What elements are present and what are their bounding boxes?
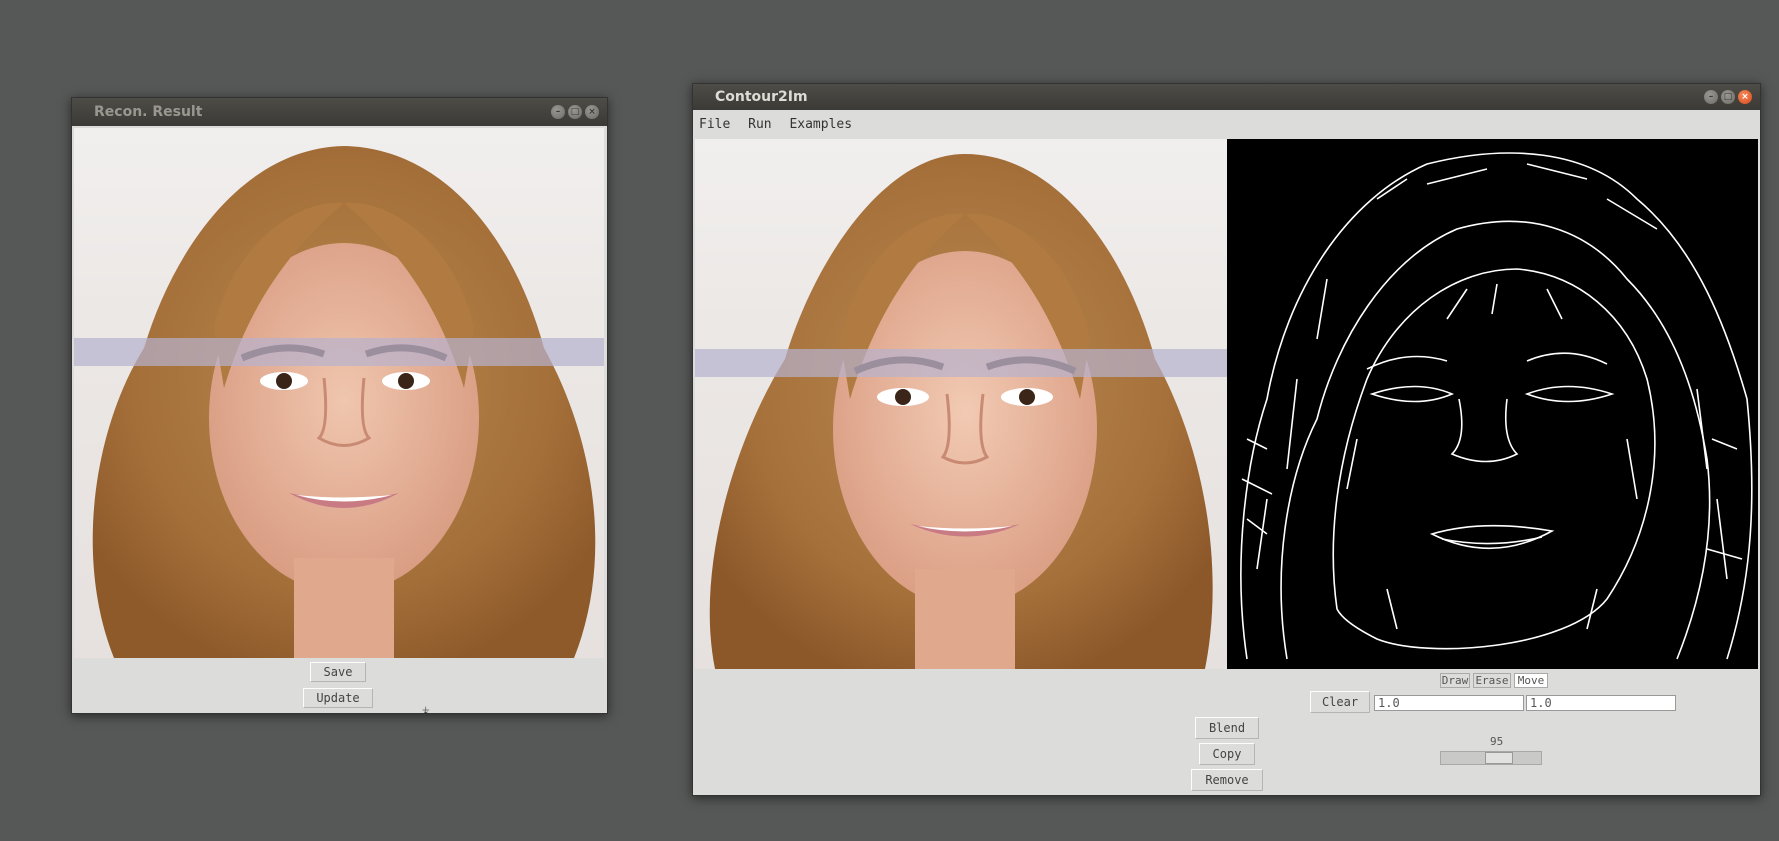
- menu-file[interactable]: File: [699, 117, 730, 132]
- blend-weight-field-2[interactable]: 1.0: [1526, 695, 1676, 711]
- blend-slider-thumb[interactable]: [1485, 752, 1513, 764]
- source-face-image: [695, 139, 1227, 669]
- slider-value-label: 95: [1490, 735, 1504, 748]
- maximize-icon[interactable]: □: [568, 105, 582, 119]
- menu-examples[interactable]: Examples: [789, 117, 852, 132]
- contour-edge-canvas[interactable]: [1227, 139, 1758, 669]
- recon-window-title: Recon. Result: [94, 104, 203, 120]
- close-icon[interactable]: ×: [1738, 90, 1752, 104]
- mouse-cursor-icon: ⍖: [421, 700, 431, 719]
- reconstructed-face-image: [74, 128, 604, 658]
- contour2im-window-title: Contour2Im: [715, 89, 808, 105]
- minimize-icon[interactable]: –: [551, 105, 565, 119]
- update-button[interactable]: Update: [303, 688, 373, 708]
- maximize-icon[interactable]: □: [1721, 90, 1735, 104]
- contour-drawing: [1240, 152, 1753, 660]
- save-button[interactable]: Save: [310, 662, 366, 682]
- recon-titlebar[interactable]: Recon. Result – □ ×: [72, 98, 607, 126]
- remove-button[interactable]: Remove: [1191, 769, 1263, 791]
- contour2im-titlebar[interactable]: Contour2Im – □ ×: [693, 84, 1760, 110]
- blend-button[interactable]: Blend: [1195, 717, 1259, 739]
- blend-weight-field-1[interactable]: 1.0: [1374, 695, 1524, 711]
- recon-result-window: Recon. Result – □ × Save Update: [71, 97, 608, 714]
- menu-bar: File Run Examples: [693, 117, 1760, 132]
- face-illustration: [709, 154, 1213, 669]
- mode-move[interactable]: Move: [1514, 673, 1548, 688]
- clear-button[interactable]: Clear: [1310, 691, 1370, 713]
- close-icon[interactable]: ×: [585, 105, 599, 119]
- copy-button[interactable]: Copy: [1199, 743, 1255, 765]
- mode-draw[interactable]: Draw: [1440, 673, 1470, 688]
- minimize-icon[interactable]: –: [1704, 90, 1718, 104]
- mode-erase[interactable]: Erase: [1473, 673, 1511, 688]
- blend-slider-track[interactable]: [1440, 751, 1542, 765]
- face-illustration: [92, 146, 596, 658]
- menu-run[interactable]: Run: [748, 117, 771, 132]
- contour2im-window: Contour2Im – □ × File Run Examples Draw …: [692, 83, 1761, 796]
